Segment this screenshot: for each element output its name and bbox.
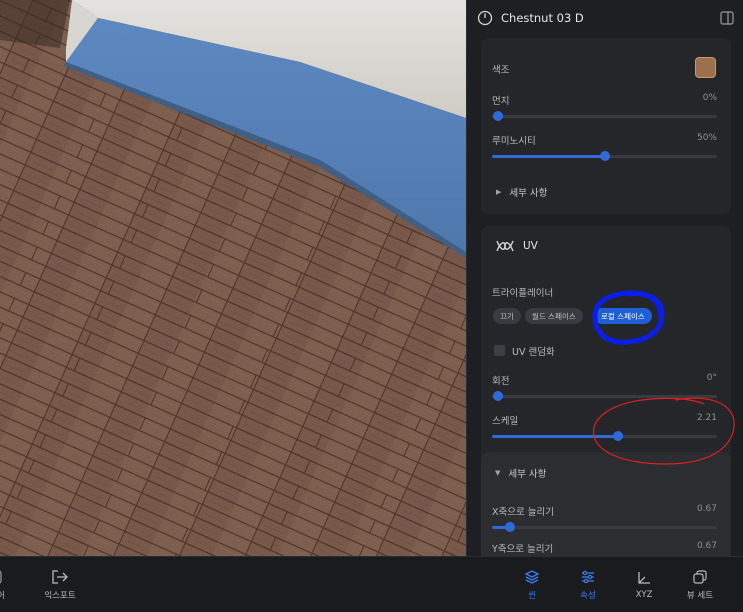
stretch-x-label: X축으로 늘리기: [492, 507, 554, 518]
luminosity-slider-fill: [492, 155, 605, 158]
luminosity-slider[interactable]: [492, 151, 717, 161]
stretch-x-slider-thumb[interactable]: [505, 522, 515, 532]
layers-icon: [524, 570, 540, 584]
stretch-x-slider[interactable]: [492, 522, 717, 532]
tab-view-set-label: 뷰 세트: [686, 591, 714, 601]
uv-randomize-label: UV 랜덤화: [512, 347, 555, 358]
scene-render: [0, 0, 466, 556]
material-icon: [477, 10, 493, 26]
luminosity-slider-thumb[interactable]: [599, 151, 610, 161]
dust-slider-thumb[interactable]: [493, 111, 503, 121]
color-swatch[interactable]: [695, 57, 716, 78]
uv-title: UV: [523, 240, 538, 252]
split-layout-icon[interactable]: [720, 11, 734, 25]
luminosity-label: 루미노시티: [492, 136, 536, 147]
details-toggle-2[interactable]: ▼ 세부 사항: [495, 466, 546, 480]
scale-value: 2.21: [696, 413, 717, 423]
rotation-slider-thumb[interactable]: [493, 391, 503, 401]
export-button[interactable]: 익스포트: [38, 557, 82, 612]
tab-xyz-label: XYZ: [635, 590, 653, 600]
properties-panel: Chestnut 03 D 색조 먼지 0% 루미노시티 50% ▶ 세부 사항: [466, 0, 743, 556]
render-viewport[interactable]: [0, 0, 466, 556]
tab-scene[interactable]: 씬: [516, 557, 548, 612]
scale-slider[interactable]: [492, 431, 717, 441]
details-toggle-1[interactable]: ▶ 세부 사항: [496, 185, 547, 199]
dust-label: 먼지: [492, 96, 510, 107]
rotation-value: 0°: [706, 373, 717, 383]
scale-slider-fill: [492, 435, 618, 438]
export-label: 익스포트: [44, 591, 76, 601]
triplanar-label: 트라이플레이너: [492, 288, 554, 299]
tab-xyz[interactable]: XYZ: [626, 557, 662, 612]
stretch-y-label: Y축으로 늘리기: [492, 544, 554, 555]
rotation-label: 회전: [492, 376, 510, 387]
tab-properties-label: 속성: [580, 591, 596, 601]
axis-icon: [638, 572, 650, 584]
tab-view-set[interactable]: 뷰 세트: [678, 557, 722, 612]
chevron-right-icon: ▶: [496, 188, 502, 196]
chevron-down-icon: ▼: [495, 469, 501, 477]
panel-header: Chestnut 03 D: [467, 0, 743, 36]
uv-icon: [496, 240, 514, 252]
toolbar-partial-label: 어: [0, 591, 5, 601]
rotation-slider[interactable]: [492, 391, 717, 401]
color-card: 색조 먼지 0% 루미노시티 50% ▶ 세부 사항: [481, 38, 731, 214]
material-title: Chestnut 03 D: [501, 11, 584, 25]
uv-card: UV 트라이플레이너 끄기 월드 스페이스 로컬 스페이스 UV 랜덤화 회전 …: [481, 226, 731, 556]
view-set-icon: [693, 570, 707, 584]
triplanar-off-option[interactable]: 끄기: [493, 308, 521, 324]
details-label-2: 세부 사항: [508, 469, 547, 480]
export-icon: [52, 570, 68, 584]
triplanar-world-option[interactable]: 월드 스페이스: [525, 308, 583, 324]
uv-header: UV: [495, 238, 538, 254]
scale-label: 스케일: [492, 416, 519, 427]
tab-scene-label: 씬: [528, 591, 536, 601]
uv-details-card: ▼ 세부 사항 X축으로 늘리기 0.67 Y축으로 늘리기 0.67: [481, 452, 731, 556]
stretch-x-value: 0.67: [696, 504, 717, 514]
details-label-1: 세부 사항: [509, 188, 548, 199]
partial-icon: [0, 570, 2, 584]
uv-randomize-checkbox[interactable]: [494, 345, 505, 356]
dust-value: 0%: [702, 93, 717, 103]
dust-slider[interactable]: [492, 111, 717, 121]
scale-slider-thumb[interactable]: [613, 431, 623, 441]
bottom-toolbar: 어 익스포트 씬 속성 XYZ 뷰 세트: [0, 556, 743, 612]
toolbar-item-partial[interactable]: 어: [0, 557, 8, 612]
color-label: 색조: [492, 65, 510, 76]
tab-properties[interactable]: 속성: [570, 557, 606, 612]
triplanar-local-option[interactable]: 로컬 스페이스: [594, 308, 652, 324]
luminosity-value: 50%: [696, 133, 717, 143]
stretch-y-value: 0.67: [696, 541, 717, 551]
sliders-icon: [582, 570, 594, 584]
